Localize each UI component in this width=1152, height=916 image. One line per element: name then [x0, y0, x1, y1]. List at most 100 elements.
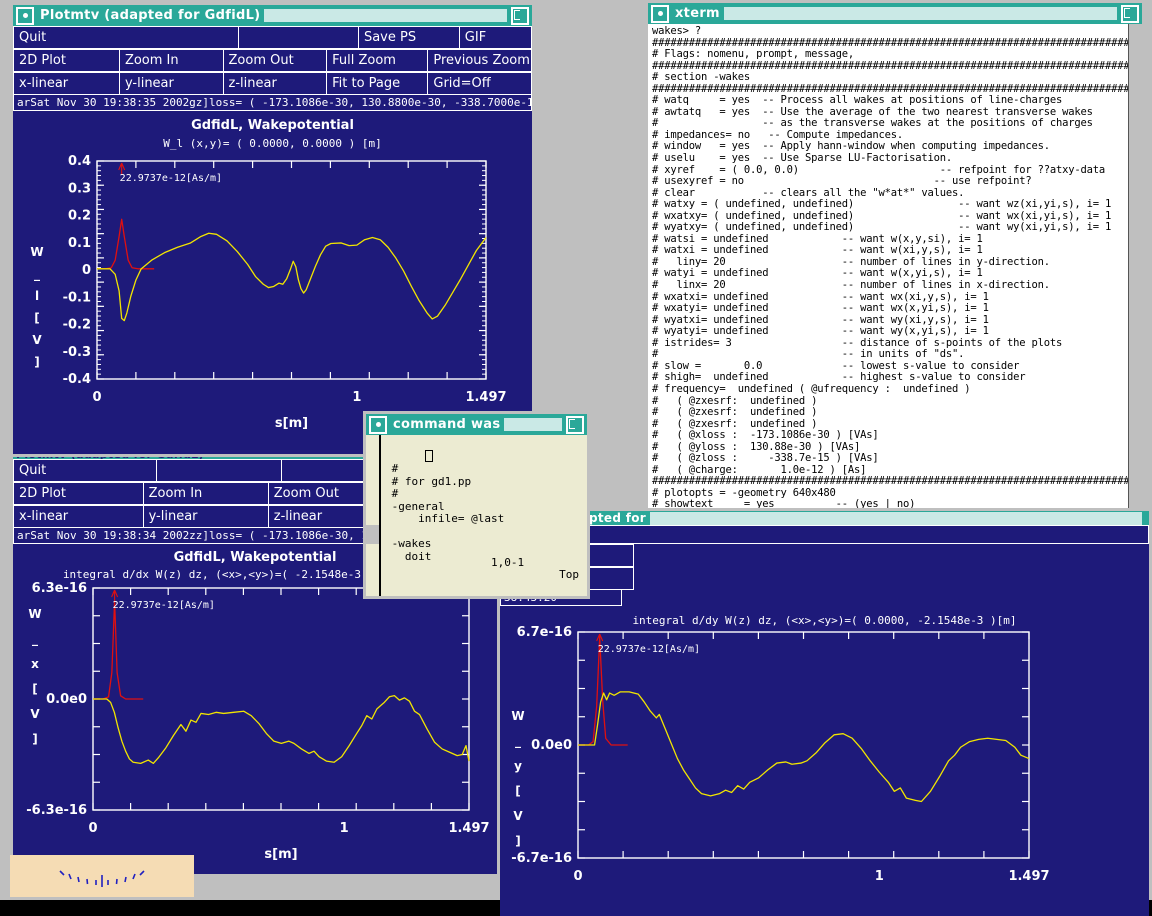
scroll-indicator: Top	[559, 568, 579, 581]
x-tick-label: 1.497	[448, 821, 489, 836]
text-cursor	[424, 449, 433, 462]
window-resize-icon[interactable]	[511, 6, 529, 25]
titlebar-drag-area[interactable]	[264, 9, 507, 22]
plot3-titlebar[interactable]: pted for	[500, 511, 1149, 525]
window-menu-icon[interactable]	[16, 6, 34, 25]
y-tick-label: 6.7e-16	[517, 625, 572, 640]
plot3-menu-row-c[interactable]: y-line	[500, 567, 1149, 590]
command-titlebar[interactable]: command was	[366, 414, 587, 435]
fit-to-page-button[interactable]: Fit to Page	[326, 72, 429, 95]
plot2-zoomin-button[interactable]: Zoom In	[142, 482, 269, 505]
y-axis-label-part: W	[511, 709, 524, 723]
y-tick-label: -0.3	[63, 345, 91, 360]
x-tick-label: 0	[88, 821, 97, 836]
series-charge-distribution	[93, 600, 144, 700]
x-axis-label: s[m]	[275, 416, 308, 431]
plot2-2dplot-button[interactable]: 2D Plot	[13, 482, 144, 505]
plot2-xlinear-button[interactable]: x-linear	[13, 505, 144, 528]
plot3-menu-row-a[interactable]	[500, 525, 1149, 544]
plot1-menu-row-2[interactable]: 2D Plot Zoom In Zoom Out Full Zoom Previ…	[13, 49, 532, 72]
y-axis-label-part: W	[28, 607, 41, 621]
y-tick-label: -0.2	[63, 318, 91, 333]
z-linear-button[interactable]: z-linear	[222, 72, 328, 95]
command-scrollbar-thumb[interactable]	[366, 525, 379, 545]
twod-plot-button[interactable]: 2D Plot	[13, 49, 120, 72]
plot3-menu-spacer2	[633, 567, 1149, 590]
plot3-menu-blank[interactable]	[500, 525, 1149, 544]
clock-face-icon	[59, 870, 145, 887]
y-tick-label: 0.0e0	[46, 692, 87, 707]
plot3-title: pted for	[589, 511, 647, 525]
y-axis-label-part: V	[30, 707, 40, 721]
y-linear-button[interactable]: y-linear	[118, 72, 224, 95]
y-tick-label: 0.3	[68, 181, 91, 196]
plot3-svg: 22.9737e-12[As/m] 6.7e-16 0.0e0 -6.7e-160 1 1…	[511, 625, 1049, 884]
cursor-position: 1,0-1	[491, 555, 525, 569]
window-resize-icon[interactable]	[1121, 4, 1139, 23]
xterm-scrollbar-thumb[interactable]	[1129, 24, 1142, 533]
command-editor-text[interactable]: # # for gd1.pp # -general infile= @last …	[379, 435, 587, 596]
plot1-chart-title: GdfidL, Wakepotential	[191, 118, 354, 133]
plot3-titlebar-drag-area[interactable]	[650, 511, 1142, 525]
gif-button[interactable]: GIF	[458, 26, 533, 49]
save-ps-button[interactable]: Save PS	[357, 26, 460, 49]
y-axis-label-part: x	[31, 657, 39, 671]
plot1-menu-empty-1	[238, 26, 359, 49]
y-tick-label: -6.7e-16	[511, 851, 572, 866]
plot1-titlebar[interactable]: Plotmtv (adapted for GdfidL)	[13, 5, 532, 26]
y-axis-label-part: [	[515, 784, 520, 798]
y-axis-label-part: ]	[515, 834, 520, 848]
plot-window-3[interactable]: pted for Zoom y-line 38:43.20 integral d…	[497, 508, 1152, 916]
titlebar-drag-area[interactable]	[504, 418, 562, 431]
plot1-title: Plotmtv (adapted for GdfidL)	[40, 8, 261, 23]
command-scrollbar[interactable]	[366, 435, 379, 596]
x-tick-label: 1.497	[465, 390, 506, 405]
x-axis-label: s[m]	[264, 847, 297, 862]
y-axis-label-part: [	[32, 682, 37, 696]
zoom-in-button[interactable]: Zoom In	[118, 49, 224, 72]
x-tick-label: 1.497	[1008, 869, 1049, 884]
quit-button[interactable]: Quit	[13, 26, 239, 49]
xterm-titlebar[interactable]: xterm	[648, 3, 1142, 24]
window-menu-icon[interactable]	[651, 4, 669, 23]
command-status-bar: 1,0-1 Top	[381, 544, 583, 594]
window-menu-icon[interactable]	[369, 415, 387, 434]
y-tick-label: 0	[82, 263, 91, 278]
plot3-menu-spacer1	[633, 544, 1149, 567]
clock-applet[interactable]	[10, 855, 194, 897]
x-tick-label: 1	[875, 869, 884, 884]
command-body[interactable]: # # for gd1.pp # -general infile= @last …	[366, 435, 587, 596]
plot-window-1[interactable]: Plotmtv (adapted for GdfidL) Quit Save P…	[10, 2, 535, 457]
y-tick-label: 0.0e0	[531, 738, 572, 753]
command-was-window[interactable]: command was # # for gd1.pp # -general in…	[363, 411, 590, 599]
window-resize-icon[interactable]	[566, 415, 584, 434]
x-tick-label: 0	[92, 390, 101, 405]
plot1-menu-row-3[interactable]: x-linear y-linear z-linear Fit to Page G…	[13, 72, 532, 95]
x-tick-label: 1	[340, 821, 349, 836]
titlebar-drag-area[interactable]	[723, 7, 1117, 20]
y-axis-label-part: l	[35, 289, 39, 303]
plot2-menu-empty-1	[155, 459, 283, 482]
y-tick-label: -6.3e-16	[26, 803, 87, 818]
plot3-chart-area: integral d/dy W(z) dz, (<x>,<y>)=( 0.000…	[500, 610, 1149, 916]
y-axis-label-part: _	[34, 267, 40, 282]
plot1-chart-area: GdfidL, Wakepotential W_l (x,y)= ( 0.000…	[13, 111, 532, 445]
previous-zoom-button[interactable]: Previous Zoom	[427, 49, 532, 72]
plot2-quit-button[interactable]: Quit	[13, 459, 157, 482]
y-axis-label-part: ]	[34, 355, 39, 369]
x-linear-button[interactable]: x-linear	[13, 72, 120, 95]
full-zoom-button[interactable]: Full Zoom	[326, 49, 429, 72]
plot2-ylinear-button[interactable]: y-linear	[142, 505, 269, 528]
charge-annotation: 22.9737e-12[As/m]	[120, 173, 222, 184]
series-transverse-wake-y	[578, 691, 1030, 803]
plot3-menu-row-b[interactable]: Zoom	[500, 544, 1149, 567]
y-axis-label-part: y	[514, 759, 522, 773]
xterm-title: xterm	[675, 6, 720, 21]
x-tick-label: 0	[573, 869, 582, 884]
charge-annotation: 22.9737e-12[As/m]	[598, 644, 700, 655]
zoom-out-button[interactable]: Zoom Out	[222, 49, 328, 72]
plot1-menu-row-1[interactable]: Quit Save PS GIF	[13, 26, 533, 49]
grid-toggle-button[interactable]: Grid=Off	[427, 72, 532, 95]
y-axis-label-part: [	[34, 311, 39, 325]
plot1-chart-subtitle: W_l (x,y)= ( 0.0000, 0.0000 ) [m]	[163, 137, 382, 150]
